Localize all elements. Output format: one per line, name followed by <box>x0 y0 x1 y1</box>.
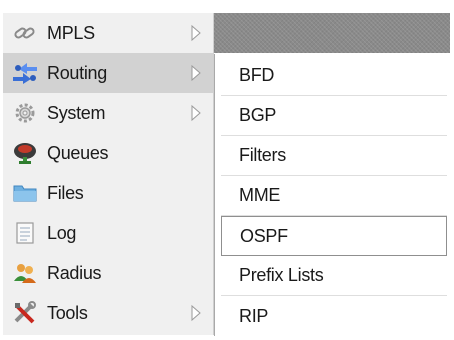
submenu-header-strip <box>214 13 450 53</box>
menu-item-label: Log <box>47 222 77 243</box>
menu-item-label: Queues <box>47 142 109 163</box>
menu-item-label: System <box>47 102 106 123</box>
submenu-item-label: BFD <box>239 65 275 85</box>
submenu-arrow-icon <box>189 24 203 42</box>
menu-item-label: MPLS <box>47 22 95 43</box>
tools-icon <box>11 301 39 325</box>
menu-item-radius[interactable]: Radius <box>3 253 213 293</box>
submenu-arrow-icon <box>189 64 203 82</box>
menu-item-mpls[interactable]: MPLS <box>3 13 213 53</box>
submenu-item-label: MME <box>239 185 281 205</box>
submenu-item-label: Filters <box>239 145 286 165</box>
menu-item-tools[interactable]: Tools <box>3 293 213 333</box>
menu-item-label: Radius <box>47 262 102 283</box>
radius-users-icon <box>11 261 39 285</box>
submenu-item-mme[interactable]: MME <box>221 176 447 216</box>
menu-item-queues[interactable]: Queues <box>3 133 213 173</box>
queues-icon <box>11 141 39 165</box>
submenu-item-filters[interactable]: Filters <box>221 136 447 176</box>
submenu-item-rip[interactable]: RIP <box>221 296 447 336</box>
menu-item-label: Tools <box>47 302 88 323</box>
submenu-arrow-icon <box>189 304 203 322</box>
folder-icon <box>11 181 39 205</box>
submenu-item-label: OSPF <box>240 225 288 246</box>
winbox-menu-screen: MPLS Routing System Queues Files Log Rad… <box>0 0 454 340</box>
system-gear-icon <box>11 101 39 125</box>
menu-item-system[interactable]: System <box>3 93 213 133</box>
log-icon <box>11 221 39 245</box>
menu-item-routing[interactable]: Routing <box>3 53 213 93</box>
menu-item-label: Files <box>47 182 84 203</box>
submenu-item-bfd[interactable]: BFD <box>221 56 447 96</box>
submenu-item-ospf[interactable]: OSPF <box>221 216 447 256</box>
routing-icon <box>11 61 39 85</box>
submenu-item-label: Prefix Lists <box>239 265 324 285</box>
main-menu: MPLS Routing System Queues Files Log Rad… <box>3 13 214 335</box>
mpls-icon <box>11 21 39 45</box>
menu-item-files[interactable]: Files <box>3 173 213 213</box>
menu-item-log[interactable]: Log <box>3 213 213 253</box>
menu-item-label: Routing <box>47 62 107 83</box>
submenu-item-label: RIP <box>239 305 269 326</box>
submenu-item-label: BGP <box>239 105 277 125</box>
routing-submenu: BFD BGP Filters MME OSPF Prefix Lists RI… <box>214 54 450 336</box>
submenu-item-bgp[interactable]: BGP <box>221 96 447 136</box>
submenu-item-prefix-lists[interactable]: Prefix Lists <box>221 256 447 296</box>
submenu-arrow-icon <box>189 104 203 122</box>
